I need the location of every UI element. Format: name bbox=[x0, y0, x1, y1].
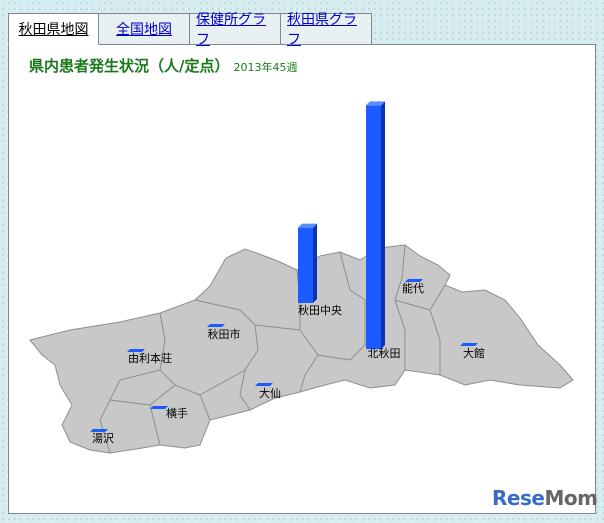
region-label-6: 大仙 bbox=[259, 386, 281, 400]
region-label-8: 湯沢 bbox=[92, 431, 114, 445]
tab-health-center-graph[interactable]: 保健所グラフ bbox=[190, 12, 281, 48]
tab-national-map[interactable]: 全国地図 bbox=[99, 13, 190, 45]
region-label-5: 由利本荘 bbox=[128, 351, 172, 365]
resemom-watermark: ReseMom bbox=[492, 486, 598, 510]
region-label-2: 秋田市 bbox=[208, 327, 241, 341]
bar-3 bbox=[366, 101, 385, 350]
bar-marker-4 bbox=[460, 343, 478, 346]
bar-1 bbox=[298, 223, 317, 303]
tab-bar: 秋田県地図 全国地図 保健所グラフ 秋田県グラフ bbox=[8, 12, 372, 48]
region-label-3: 北秋田 bbox=[368, 346, 401, 360]
bar-marker-6 bbox=[255, 383, 273, 386]
tab-akita-map[interactable]: 秋田県地図 bbox=[8, 13, 99, 45]
watermark-right: Mom bbox=[544, 486, 598, 510]
watermark-left: Rese bbox=[492, 486, 545, 510]
region-label-0: 能代 bbox=[402, 281, 424, 295]
region-label-1: 秋田中央 bbox=[298, 303, 342, 317]
tab-akita-graph[interactable]: 秋田県グラフ bbox=[281, 12, 372, 48]
region-label-4: 大館 bbox=[463, 346, 485, 360]
region-label-7: 横手 bbox=[166, 406, 188, 420]
prefecture-map: 能代秋田中央秋田市北秋田 大館 由利本荘大仙横手湯沢 bbox=[29, 101, 574, 454]
bar-marker-2 bbox=[207, 324, 225, 327]
